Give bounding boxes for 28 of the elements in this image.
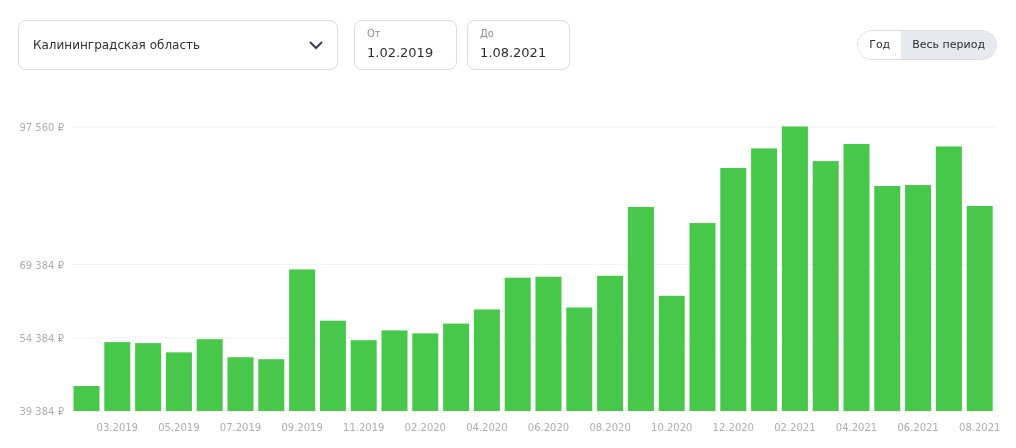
x-axis-label: 11.2019 [343,422,385,433]
x-axis-label: 06.2020 [527,422,570,433]
x-axis-label: 08.2021 [959,422,1001,433]
y-axis-label: 97 560 ₽ [19,122,64,134]
x-axis-label: 08.2020 [589,422,631,433]
x-axis-label: 03.2019 [96,422,138,433]
x-axis-label: 12.2020 [712,422,754,433]
region-dropdown[interactable]: Калининградская область [18,20,338,70]
y-axis-label: 39 384 ₽ [19,406,64,417]
x-axis-label: 09.2019 [281,422,323,433]
y-axis-label: 69 384 ₽ [19,259,64,271]
date-value: 1.08.2021 [480,43,548,62]
date-field[interactable]: До 1.08.2021 [467,20,570,70]
y-axis-label: 54 384 ₽ [19,332,64,344]
period-tab[interactable]: Весь период [901,31,996,59]
x-axis-label: 05.2019 [158,422,200,433]
x-axis-label: 02.2021 [774,422,816,433]
date-value: 1.02.2019 [367,43,435,62]
x-axis-label: 04.2021 [835,422,878,433]
x-axis-label: 06.2021 [897,422,939,433]
date-label: До [480,27,495,40]
date-field[interactable]: От 1.02.2019 [354,20,457,70]
chevron-down-icon [309,40,323,50]
x-axis-label: 10.2020 [651,422,693,433]
x-axis-label: 07.2019 [219,422,262,433]
x-axis-label: 02.2020 [404,422,446,433]
x-axis-label: 04.2020 [466,422,508,433]
date-label: От [367,27,382,40]
